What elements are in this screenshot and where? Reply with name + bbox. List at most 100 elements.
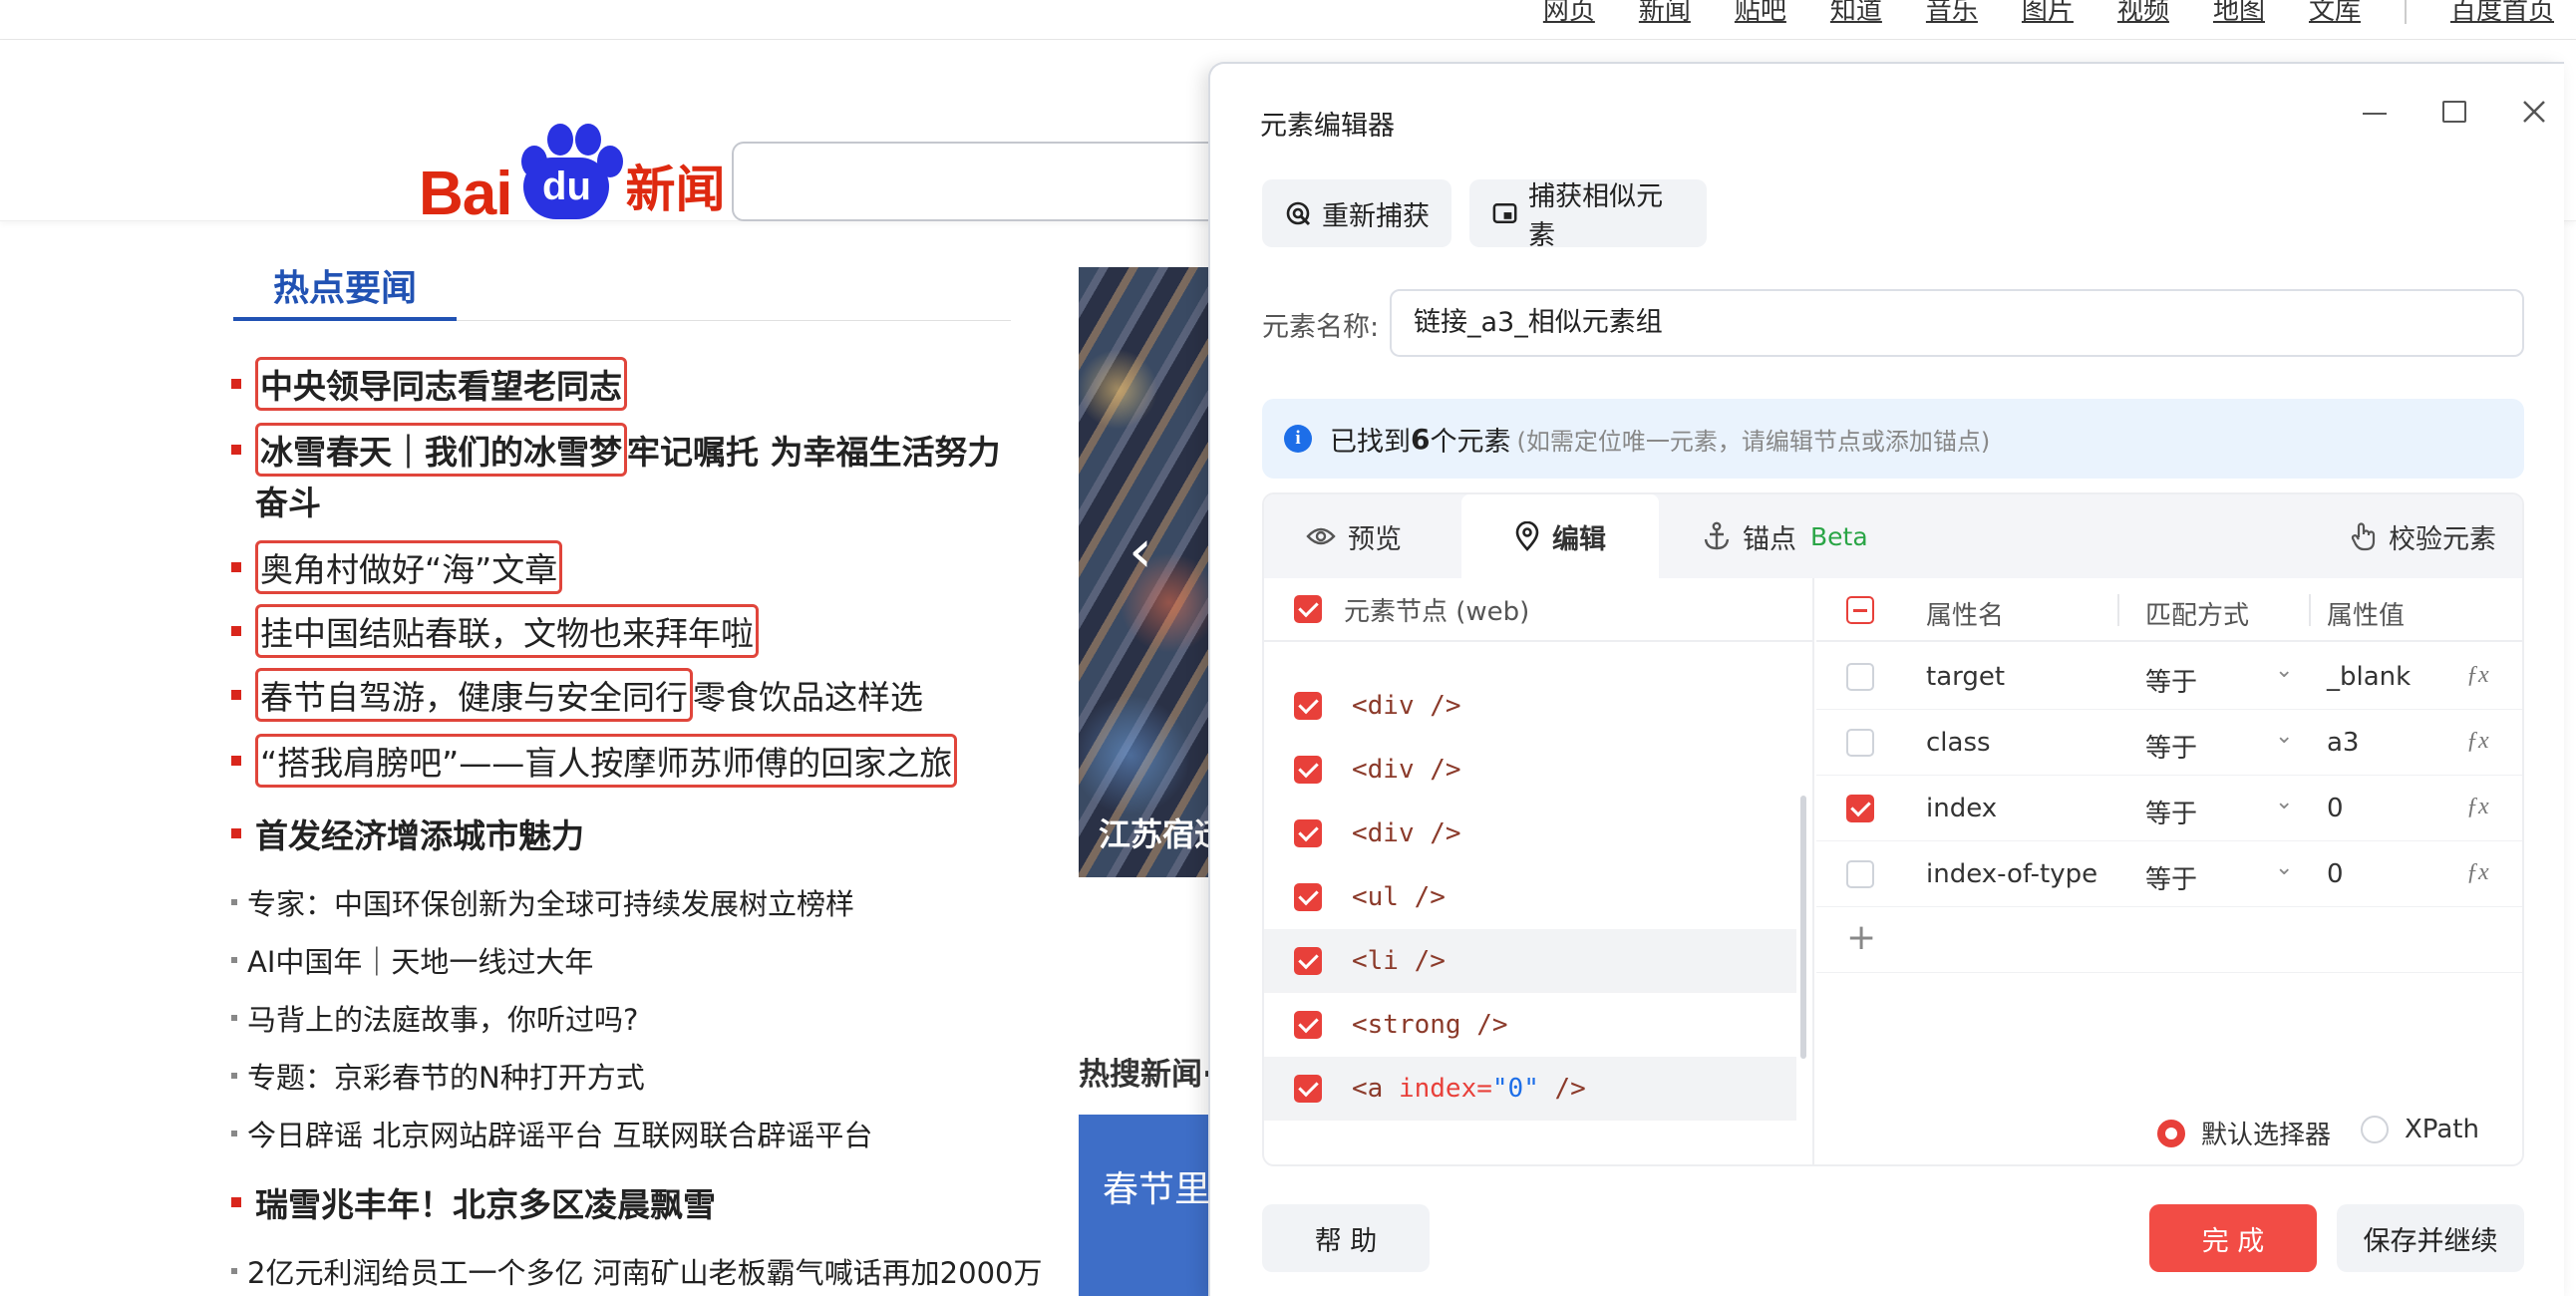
news-item[interactable]: 专家：中国环保创新为全球可持续发展树立榜样: [231, 881, 854, 923]
node-checkbox[interactable]: [1294, 883, 1322, 911]
node-checkbox[interactable]: [1294, 947, 1322, 975]
hot-news-title[interactable]: 热点要闻: [273, 259, 417, 311]
news-link[interactable]: 冰雪春天｜我们的冰雪梦: [255, 423, 627, 477]
capture-similar-button[interactable]: 捕获相似元素: [1469, 179, 1707, 251]
news-item[interactable]: “搭我肩膀吧”——盲人按摩师苏师傅的回家之旅: [231, 734, 958, 788]
news-link[interactable]: 专题：京彩春节的N种打开方式: [247, 1055, 645, 1097]
nav-link-wenku[interactable]: 文库: [2287, 0, 2383, 27]
attribute-checkbox[interactable]: [1846, 663, 1874, 691]
minimize-button[interactable]: [2355, 92, 2395, 132]
attribute-value-input[interactable]: 0: [2327, 859, 2344, 889]
nav-link-map[interactable]: 地图: [2191, 0, 2287, 27]
news-link[interactable]: 今日辟谣 北京网站辟谣平台 互联网联合辟谣平台: [247, 1113, 872, 1154]
news-link-continued[interactable]: 奋斗: [255, 477, 321, 524]
element-name-input[interactable]: 链接_a3_相似元素组: [1390, 289, 2524, 357]
news-item[interactable]: 2亿元利润给员工一个多亿 河南矿山老板霸气喊话再加2000万: [231, 1250, 1042, 1292]
news-link[interactable]: 春节自驾游，健康与安全同行: [255, 668, 693, 722]
add-attribute-icon[interactable]: +: [1846, 917, 1876, 958]
recapture-button[interactable]: 重新捕获: [1262, 179, 1451, 247]
news-link[interactable]: “搭我肩膀吧”——盲人按摩师苏师傅的回家之旅: [255, 734, 958, 788]
news-link[interactable]: 2亿元利润给员工一个多亿 河南矿山老板霸气喊话再加2000万: [247, 1250, 1042, 1292]
xpath-selector-radio[interactable]: XPath: [2361, 1115, 2479, 1144]
tree-node-selected[interactable]: <a index="0" />: [1264, 1057, 1796, 1121]
select-all-nodes-checkbox[interactable]: [1294, 595, 1322, 623]
match-mode-select[interactable]: 等于: [2145, 859, 2197, 896]
match-mode-select[interactable]: 等于: [2145, 794, 2197, 830]
node-checkbox[interactable]: [1294, 819, 1322, 847]
news-item[interactable]: 中央领导同志看望老同志: [231, 357, 627, 411]
node-checkbox[interactable]: [1294, 1011, 1322, 1039]
news-item[interactable]: 春节自驾游，健康与安全同行 零食饮品这样选: [231, 668, 923, 722]
carousel-photo[interactable]: ‹ 江苏宿迁: [1079, 267, 1208, 877]
news-link[interactable]: 首发经济增添城市魅力: [255, 810, 584, 857]
hot-search-card[interactable]: 春节里: [1079, 1115, 1208, 1296]
attribute-checkbox[interactable]: [1846, 795, 1874, 822]
tree-node[interactable]: <li />: [1264, 929, 1796, 993]
news-link[interactable]: 瑞雪兆丰年！北京多区凌晨飘雪: [255, 1178, 716, 1226]
attribute-checkbox[interactable]: [1846, 860, 1874, 888]
news-link[interactable]: 马背上的法庭故事，你听过吗?: [247, 997, 638, 1039]
news-item[interactable]: 马背上的法庭故事，你听过吗?: [231, 997, 638, 1039]
tab-preview[interactable]: 预览: [1306, 494, 1402, 578]
news-item[interactable]: AI中国年｜天地一线过大年: [231, 939, 593, 981]
function-icon[interactable]: ƒx: [2466, 859, 2489, 886]
tree-node[interactable]: <div />: [1264, 802, 1796, 865]
news-search-input[interactable]: [732, 142, 1290, 221]
attribute-value-input[interactable]: a3: [2327, 728, 2359, 758]
news-item[interactable]: 奥角村做好“海”文章: [231, 540, 563, 594]
nav-link-home[interactable]: 百度首页: [2428, 0, 2576, 27]
news-item[interactable]: 瑞雪兆丰年！北京多区凌晨飘雪: [231, 1178, 716, 1226]
chevron-down-icon[interactable]: ⌄: [2275, 855, 2293, 880]
node-checkbox[interactable]: [1294, 692, 1322, 720]
tree-node[interactable]: <div />: [1264, 738, 1796, 802]
close-button[interactable]: [2514, 92, 2554, 132]
attribute-value-input[interactable]: 0: [2327, 794, 2344, 823]
nav-link-tieba[interactable]: 贴吧: [1713, 0, 1808, 27]
tab-anchor[interactable]: 锚点 Beta: [1703, 494, 1868, 578]
node-checkbox[interactable]: [1294, 756, 1322, 784]
news-item[interactable]: 专题：京彩春节的N种打开方式: [231, 1055, 645, 1097]
default-selector-radio[interactable]: 默认选择器: [2157, 1115, 2331, 1151]
function-icon[interactable]: ƒx: [2466, 728, 2489, 755]
news-link-extra[interactable]: 牢记嘱托 为幸福生活努力: [627, 426, 1001, 474]
news-link[interactable]: 中央领导同志看望老同志: [255, 357, 627, 411]
news-link-extra[interactable]: 零食饮品这样选: [693, 671, 923, 719]
news-item[interactable]: 今日辟谣 北京网站辟谣平台 互联网联合辟谣平台: [231, 1113, 872, 1154]
tree-scrollbar[interactable]: [1800, 796, 1806, 1059]
news-item-continued[interactable]: 奋斗: [255, 477, 321, 524]
chevron-down-icon[interactable]: ⌄: [2275, 790, 2293, 814]
save-and-continue-button[interactable]: 保存并继续: [2337, 1204, 2524, 1272]
match-mode-select[interactable]: 等于: [2145, 662, 2197, 699]
nav-link-news[interactable]: 新闻: [1617, 0, 1713, 27]
chevron-down-icon[interactable]: ⌄: [2275, 658, 2293, 683]
news-item[interactable]: 冰雪春天｜我们的冰雪梦 牢记嘱托 为幸福生活努力: [231, 423, 1001, 477]
news-link[interactable]: 奥角村做好“海”文章: [255, 540, 563, 594]
news-link[interactable]: AI中国年｜天地一线过大年: [247, 939, 593, 981]
tree-node[interactable]: <strong />: [1264, 993, 1796, 1057]
done-button[interactable]: 完 成: [2149, 1204, 2317, 1272]
select-all-attributes-checkbox[interactable]: [1846, 596, 1874, 624]
function-icon[interactable]: ƒx: [2466, 794, 2489, 820]
baidu-news-logo[interactable]: Bai du 新闻: [419, 110, 725, 229]
nav-link-zhidao[interactable]: 知道: [1808, 0, 1904, 27]
chevron-down-icon[interactable]: ⌄: [2275, 724, 2293, 749]
node-checkbox[interactable]: [1294, 1075, 1322, 1103]
news-item[interactable]: 首发经济增添城市魅力: [231, 810, 584, 857]
news-item[interactable]: 挂中国结贴春联，文物也来拜年啦: [231, 604, 759, 658]
nav-link-web[interactable]: 网页: [1521, 0, 1617, 27]
attribute-checkbox[interactable]: [1846, 729, 1874, 757]
tree-node[interactable]: <ul />: [1264, 865, 1796, 929]
nav-link-music[interactable]: 音乐: [1904, 0, 2000, 27]
help-button[interactable]: 帮 助: [1262, 1204, 1430, 1272]
function-icon[interactable]: ƒx: [2466, 662, 2489, 689]
verify-element-button[interactable]: 校验元素: [2351, 494, 2496, 578]
match-mode-select[interactable]: 等于: [2145, 728, 2197, 765]
nav-link-images[interactable]: 图片: [2000, 0, 2095, 27]
tab-edit[interactable]: 编辑: [1461, 494, 1659, 578]
carousel-caption[interactable]: 江苏宿迁: [1099, 810, 1208, 855]
maximize-button[interactable]: [2434, 92, 2474, 132]
news-link[interactable]: 专家：中国环保创新为全球可持续发展树立榜样: [247, 881, 854, 923]
carousel-prev-icon[interactable]: ‹: [1128, 516, 1152, 586]
attribute-value-input[interactable]: _blank: [2327, 662, 2411, 692]
nav-link-video[interactable]: 视频: [2095, 0, 2191, 27]
